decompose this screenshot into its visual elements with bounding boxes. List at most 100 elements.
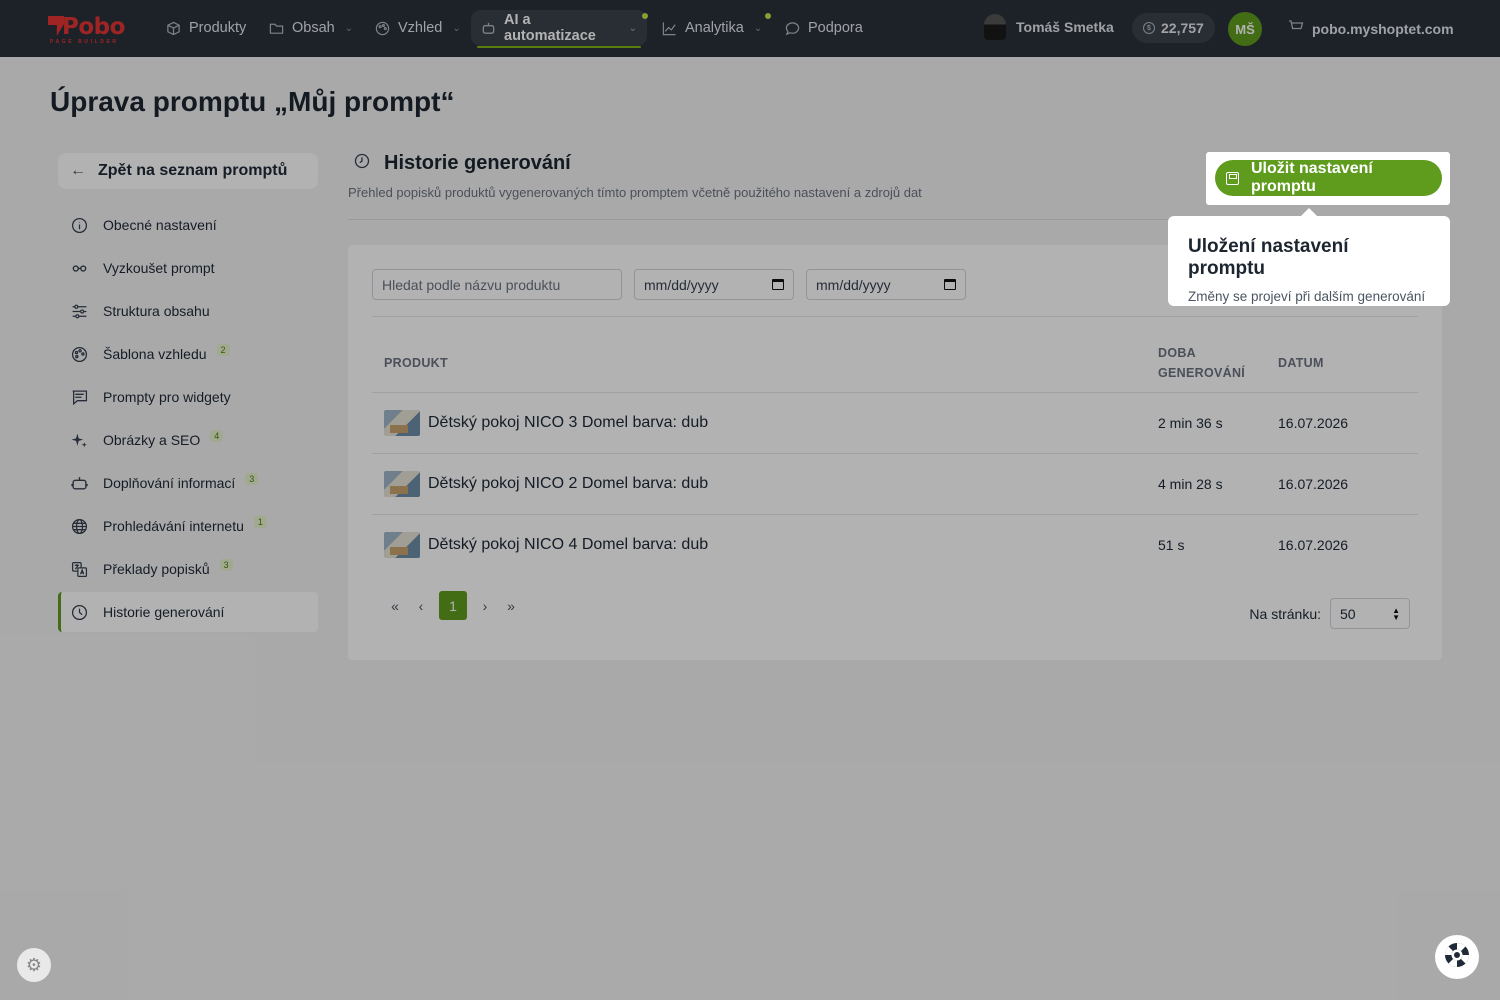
table-row[interactable]: Dětský pokoj NICO 3 Domel barva: dub 2 m…	[372, 391, 1418, 453]
current-page-button[interactable]: 1	[439, 591, 467, 620]
user-photo	[984, 14, 1006, 40]
column-header-date[interactable]: DATUM	[1278, 335, 1418, 392]
arrow-left-icon: ←	[70, 162, 86, 179]
cart-icon	[1288, 19, 1304, 38]
count-badge: 3	[245, 473, 259, 485]
nav-podpora[interactable]: Podpora	[774, 10, 873, 46]
date-to-value: mm/dd/yyyy	[816, 276, 891, 293]
history-card: Hledat podle názvu produktu mm/dd/yyyy m…	[348, 245, 1442, 660]
sidebar-item-doplnovani[interactable]: Doplňování informací 3	[58, 463, 318, 503]
sidebar-item-label: Prompty pro widgety	[103, 389, 231, 405]
column-header-duration-line2: GENEROVÁNÍ	[1158, 366, 1246, 381]
sidebar-item-label: Vyzkoušet prompt	[103, 260, 215, 276]
product-name[interactable]: Dětský pokoj NICO 2 Domel barva: dub	[428, 475, 708, 493]
sidebar-item-preklady[interactable]: Překlady popisků 3	[58, 549, 318, 589]
translate-icon	[70, 560, 88, 578]
clock-icon	[70, 603, 88, 621]
sidebar-item-historie[interactable]: Historie generování	[58, 592, 318, 632]
sidebar-item-widgety[interactable]: Prompty pro widgety	[58, 377, 318, 417]
robot-icon	[70, 474, 88, 492]
chevron-down-icon: ⌄	[753, 22, 763, 34]
prev-page-button[interactable]: ‹	[410, 598, 432, 614]
nav-label: Analytika	[685, 20, 744, 36]
save-icon	[1226, 171, 1239, 185]
shop-domain: pobo.myshoptet.com	[1312, 20, 1454, 37]
settings-gear-icon[interactable]: ⚙	[17, 948, 51, 982]
table-row[interactable]: Dětský pokoj NICO 2 Domel barva: dub 4 m…	[372, 452, 1418, 514]
next-page-button[interactable]: ›	[474, 598, 496, 614]
date-to-input[interactable]: mm/dd/yyyy	[806, 269, 966, 300]
message-square-icon	[70, 388, 88, 406]
nav-label: Obsah	[292, 20, 335, 36]
nav-analytika[interactable]: Analytika ⌄	[651, 10, 772, 46]
sidebar-item-obrazky-seo[interactable]: Obrázky a SEO 4	[58, 420, 318, 460]
table-row[interactable]: Dětský pokoj NICO 4 Domel barva: dub 51 …	[372, 513, 1418, 575]
sidebar-item-label: Prohledávání internetu	[103, 518, 244, 534]
section-description: Přehled popisků produktů vygenerovaných …	[348, 185, 922, 200]
nav-obsah[interactable]: Obsah ⌄	[258, 10, 363, 46]
count-badge: 3	[219, 559, 233, 571]
sidebar-item-label: Historie generování	[103, 604, 225, 620]
chevron-down-icon: ⌄	[344, 22, 354, 34]
date-from-input[interactable]: mm/dd/yyyy	[634, 269, 794, 300]
sidebar-item-label: Šablona vzhledu	[103, 346, 207, 362]
product-thumbnail	[384, 409, 420, 436]
save-prompt-button[interactable]: Uložit nastavení promptu	[1215, 160, 1442, 196]
sidebar-item-obecne[interactable]: Obecné nastavení	[58, 205, 318, 245]
notification-dot	[765, 13, 771, 19]
palette-icon	[70, 345, 88, 363]
product-thumbnail	[384, 470, 420, 497]
select-arrows-icon: ▲ ▼	[1392, 605, 1400, 622]
nav-label: Podpora	[808, 20, 863, 36]
box-icon	[165, 20, 181, 36]
filters-bar: Hledat podle názvu produktu mm/dd/yyyy m…	[372, 269, 966, 300]
calendar-icon[interactable]	[772, 279, 784, 290]
per-page-select[interactable]: 50 ▲ ▼	[1330, 598, 1410, 629]
per-page-label: Na stránku:	[1249, 605, 1321, 622]
count-badge: 4	[210, 430, 224, 442]
user-name: Tomáš Smetka	[1016, 19, 1114, 35]
avatar[interactable]: MŠ	[1228, 12, 1262, 46]
column-header-product[interactable]: PRODUKT	[372, 335, 1158, 392]
settings-sidebar: Obecné nastavení Vyzkoušet prompt Strukt…	[58, 205, 318, 635]
credits-badge[interactable]: $ 22,757	[1132, 13, 1215, 43]
calendar-icon[interactable]	[944, 279, 956, 290]
user-profile[interactable]: Tomáš Smetka	[984, 14, 1114, 40]
sidebar-item-sablona[interactable]: Šablona vzhledu 2	[58, 334, 318, 374]
nav-ai-automatizace[interactable]: AI a automatizace ⌄	[471, 10, 647, 48]
sidebar-item-label: Struktura obsahu	[103, 303, 210, 319]
tour-tooltip: Uložení nastavení promptu Změny se proje…	[1168, 208, 1450, 306]
sidebar-item-vyzkouset[interactable]: Vyzkoušet prompt	[58, 248, 318, 288]
product-name[interactable]: Dětský pokoj NICO 3 Domel barva: dub	[428, 414, 708, 432]
help-lifebuoy-button[interactable]	[1435, 935, 1479, 979]
column-header-duration[interactable]: DOBA GENEROVÁNÍ	[1158, 335, 1278, 392]
nav-vzhled[interactable]: Vzhled ⌄	[364, 10, 471, 46]
coin-icon: $	[1143, 22, 1155, 34]
sparkles-icon	[70, 431, 88, 449]
infinity-icon	[70, 259, 88, 277]
first-page-button[interactable]: «	[384, 598, 406, 614]
shop-link[interactable]: pobo.myshoptet.com	[1288, 19, 1454, 38]
product-name[interactable]: Dětský pokoj NICO 4 Domel barva: dub	[428, 536, 708, 554]
generation-date: 16.07.2026	[1278, 513, 1418, 575]
column-header-duration-line1: DOBA	[1158, 346, 1197, 361]
nav-label: Vzhled	[398, 20, 443, 36]
last-page-button[interactable]: »	[500, 598, 522, 614]
nav-produkty[interactable]: Produkty	[155, 10, 256, 46]
top-navigation: Pobo PAGE BUILDER Produkty Obsah ⌄ Vzhle…	[0, 0, 1500, 57]
search-placeholder: Hledat podle názvu produktu	[382, 276, 561, 293]
section-title: Historie generování	[384, 152, 571, 174]
sidebar-item-struktura[interactable]: Struktura obsahu	[58, 291, 318, 331]
back-label: Zpět na seznam promptů	[98, 162, 288, 179]
generation-duration: 4 min 28 s	[1158, 452, 1278, 514]
generation-date: 16.07.2026	[1278, 391, 1418, 453]
sidebar-item-label: Obrázky a SEO	[103, 432, 201, 448]
per-page-control: Na stránku: 50 ▲ ▼	[1249, 598, 1410, 629]
pobo-logo[interactable]: Pobo PAGE BUILDER	[48, 14, 134, 45]
sidebar-item-prohledavani[interactable]: Prohledávání internetu 1	[58, 506, 318, 546]
credits-value: 22,757	[1161, 20, 1204, 36]
spotlight-frame: Uložit nastavení promptu	[1206, 152, 1450, 205]
product-search-input[interactable]: Hledat podle názvu produktu	[372, 269, 622, 300]
nav-label: AI a automatizace	[504, 12, 596, 44]
back-to-prompts-button[interactable]: ← Zpět na seznam promptů	[58, 153, 318, 189]
